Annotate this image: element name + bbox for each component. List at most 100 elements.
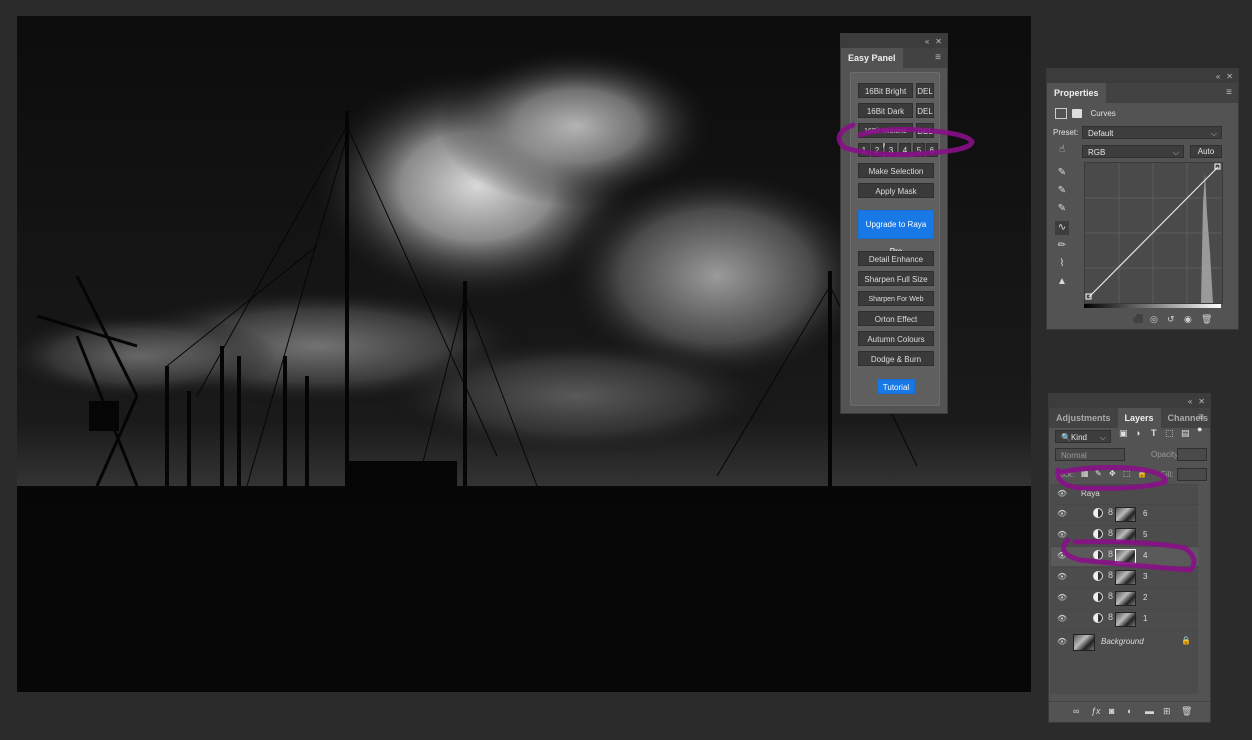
gray-point-eyedropper-icon[interactable]: ✎ xyxy=(1055,184,1069,198)
channel-dropdown[interactable]: RGB ⌵ xyxy=(1082,145,1184,158)
tab-properties[interactable]: Properties xyxy=(1047,83,1106,103)
layer-mask-thumbnail[interactable] xyxy=(1115,591,1136,606)
filter-shape-icon[interactable]: ⬚ xyxy=(1165,428,1174,439)
close-icon[interactable]: ✕ xyxy=(935,37,942,46)
dark-lms-button[interactable]: 16Bit Dark LMs xyxy=(858,103,913,131)
pencil-draw-icon[interactable]: ✏ xyxy=(1055,239,1069,253)
curve-points-icon[interactable]: ∿ xyxy=(1055,221,1069,235)
visibility-icon[interactable]: ◉ xyxy=(1184,314,1192,325)
midtone-lms-button[interactable]: 16Bit Midtone LMs xyxy=(858,123,913,150)
new-adjustment-icon[interactable]: ◐ xyxy=(1127,706,1132,716)
link-icon[interactable]: 8 xyxy=(1108,549,1113,559)
eye-icon[interactable]: 👁 xyxy=(1057,530,1067,539)
on-image-adjust-icon[interactable]: ☝ xyxy=(1055,143,1069,157)
eye-icon[interactable]: 👁 xyxy=(1057,593,1067,602)
tab-channels[interactable]: Channels xyxy=(1161,408,1216,428)
lock-artboard-icon[interactable]: ⬚ xyxy=(1123,469,1131,478)
clip-to-layer-icon[interactable]: ⬛ xyxy=(1133,314,1144,325)
view-previous-icon[interactable]: ◎ xyxy=(1150,314,1158,325)
lock-image-icon[interactable]: ✎ xyxy=(1095,469,1102,478)
opacity-field[interactable] xyxy=(1177,448,1207,461)
layer-row-group[interactable]: 👁 Raya xyxy=(1051,484,1199,504)
apply-mask-button[interactable]: Apply Mask xyxy=(858,183,934,198)
collapse-icon[interactable]: « xyxy=(925,37,929,46)
link-layers-icon[interactable]: ∞ xyxy=(1073,706,1079,716)
blend-mode-dropdown[interactable]: Normal xyxy=(1055,448,1125,461)
fill-field[interactable] xyxy=(1177,468,1207,481)
zone-3-button[interactable]: 3 xyxy=(885,143,897,157)
new-group-icon[interactable]: ▬ xyxy=(1145,706,1154,716)
link-icon[interactable]: 8 xyxy=(1108,528,1113,538)
layer-mask-thumbnail[interactable] xyxy=(1115,612,1136,627)
zone-2-button[interactable]: 2 xyxy=(871,143,883,157)
clipping-warning-icon[interactable]: ▲ xyxy=(1055,275,1069,289)
link-icon[interactable]: 8 xyxy=(1108,570,1113,580)
tab-layers[interactable]: Layers xyxy=(1117,408,1161,428)
bright-lms-del-button[interactable]: DEL xyxy=(916,83,934,98)
layer-row[interactable]: 👁 8 2 xyxy=(1051,588,1199,608)
eye-icon[interactable]: 👁 xyxy=(1057,489,1067,498)
filter-adjustment-icon[interactable]: ◑ xyxy=(1135,428,1140,438)
lock-icon[interactable]: 🔒 xyxy=(1181,636,1191,645)
filter-pixel-icon[interactable]: ▣ xyxy=(1119,428,1128,439)
zone-1-button[interactable]: 1 xyxy=(858,143,870,157)
lock-all-icon[interactable]: 🔒 xyxy=(1137,469,1147,478)
filter-type-icon[interactable]: T xyxy=(1151,428,1157,438)
filter-smart-object-icon[interactable]: ▤ xyxy=(1181,428,1190,439)
bright-lms-button[interactable]: 16Bit Bright LMs xyxy=(858,83,913,111)
close-icon[interactable]: ✕ xyxy=(1198,397,1205,406)
tab-easy-panel[interactable]: Easy Panel xyxy=(841,48,903,68)
eye-icon[interactable]: 👁 xyxy=(1057,572,1067,581)
dark-lms-del-button[interactable]: DEL xyxy=(916,103,934,118)
layer-row-selected[interactable]: 👁 8 4 xyxy=(1051,546,1199,566)
tutorial-button[interactable]: Tutorial xyxy=(877,379,915,394)
layer-row[interactable]: 👁 8 1 xyxy=(1051,609,1199,629)
layer-row[interactable]: 👁 8 6 xyxy=(1051,504,1199,524)
curve-graph[interactable] xyxy=(1084,162,1223,304)
layer-row[interactable]: 👁 8 5 xyxy=(1051,525,1199,545)
layer-mask-thumbnail[interactable] xyxy=(1115,507,1136,522)
orton-effect-button[interactable]: Orton Effect xyxy=(858,311,934,326)
panel-menu-icon[interactable]: ≡ xyxy=(935,52,941,63)
layer-row[interactable]: 👁 8 3 xyxy=(1051,567,1199,587)
white-point-eyedropper-icon[interactable]: ✎ xyxy=(1055,202,1069,216)
eye-icon[interactable]: 👁 xyxy=(1057,551,1067,560)
eye-icon[interactable]: 👁 xyxy=(1057,509,1067,518)
layer-row-background[interactable]: 👁 Background 🔒 xyxy=(1051,630,1199,654)
layer-mask-thumbnail[interactable] xyxy=(1115,549,1136,564)
layer-mask-thumbnail[interactable] xyxy=(1115,570,1136,585)
panel-menu-icon[interactable]: ≡ xyxy=(1198,412,1204,423)
reset-icon[interactable]: ↺ xyxy=(1167,314,1175,325)
collapse-icon[interactable]: « xyxy=(1216,72,1220,81)
link-icon[interactable]: 8 xyxy=(1108,612,1113,622)
close-icon[interactable]: ✕ xyxy=(1226,72,1233,81)
link-icon[interactable]: 8 xyxy=(1108,591,1113,601)
collapse-icon[interactable]: « xyxy=(1188,397,1192,406)
filter-toggle-icon[interactable]: ● xyxy=(1197,424,1202,434)
zone-6-button[interactable]: 6 xyxy=(926,143,938,157)
midtone-lms-del-button[interactable]: DEL xyxy=(916,123,934,138)
zone-4-button[interactable]: 4 xyxy=(899,143,911,157)
detail-enhance-button[interactable]: Detail Enhance xyxy=(858,251,934,266)
smooth-curve-icon[interactable]: ⌇ xyxy=(1055,257,1069,271)
eye-icon[interactable]: 👁 xyxy=(1057,637,1067,646)
delete-icon[interactable]: 🗑 xyxy=(1201,314,1212,325)
dodge-burn-button[interactable]: Dodge & Burn xyxy=(858,351,934,366)
preset-dropdown[interactable]: Default ⌵ xyxy=(1082,126,1222,139)
layer-mask-thumbnail[interactable] xyxy=(1115,528,1136,543)
layer-mask-icon[interactable] xyxy=(1072,109,1083,118)
filter-kind-dropdown[interactable]: 🔍Kind ⌵ xyxy=(1055,430,1111,443)
sharpen-full-size-button[interactable]: Sharpen Full Size xyxy=(858,271,934,286)
make-selection-button[interactable]: Make Selection xyxy=(858,163,934,178)
autumn-colours-button[interactable]: Autumn Colours xyxy=(858,331,934,346)
lock-transparent-icon[interactable]: ▦ xyxy=(1081,469,1089,478)
panel-menu-icon[interactable]: ≡ xyxy=(1226,87,1232,98)
link-icon[interactable]: 8 xyxy=(1108,507,1113,517)
tab-adjustments[interactable]: Adjustments xyxy=(1049,408,1118,428)
add-mask-icon[interactable]: ◙ xyxy=(1109,706,1114,716)
fx-icon[interactable]: ƒx xyxy=(1091,706,1101,716)
lock-position-icon[interactable]: ✥ xyxy=(1109,469,1116,478)
delete-layer-icon[interactable]: 🗑 xyxy=(1181,706,1192,717)
sharpen-web-button[interactable]: Sharpen For Web 2048px xyxy=(858,291,934,318)
upgrade-button[interactable]: Upgrade to Raya Pro xyxy=(858,210,934,256)
